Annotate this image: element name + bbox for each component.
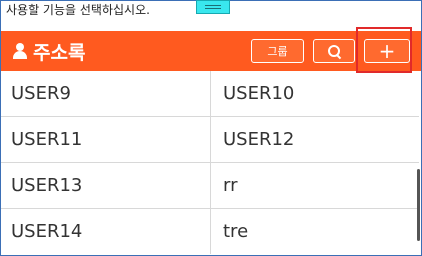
plus-icon: + — [378, 39, 396, 63]
contact-cell[interactable]: USER14 — [1, 209, 211, 254]
app-header: 주소록 그룹 + — [1, 31, 421, 71]
group-button[interactable]: 그룹 — [251, 39, 304, 63]
drag-handle[interactable] — [196, 0, 230, 14]
contact-cell[interactable]: USER9 — [1, 71, 211, 116]
page-title: 주소록 — [33, 41, 86, 64]
contact-cell[interactable]: USER10 — [211, 71, 419, 116]
person-icon — [13, 43, 27, 59]
scrollbar[interactable] — [417, 169, 420, 241]
table-row: USER13 rr — [1, 163, 419, 209]
contact-cell[interactable]: USER11 — [1, 117, 211, 162]
title-area: 주소록 — [13, 31, 85, 71]
contact-cell[interactable]: rr — [211, 163, 419, 208]
search-button[interactable] — [313, 39, 355, 63]
contact-cell[interactable]: USER13 — [1, 163, 211, 208]
table-row: USER11 USER12 — [1, 117, 419, 163]
contact-cell[interactable]: USER12 — [211, 117, 419, 162]
contact-grid: USER9 USER10 USER11 USER12 USER13 rr USE… — [1, 71, 419, 254]
group-button-label: 그룹 — [267, 45, 288, 58]
contact-cell[interactable]: tre — [211, 209, 419, 254]
table-row: USER14 tre — [1, 209, 419, 255]
table-row: USER9 USER10 — [1, 71, 419, 117]
search-icon — [327, 44, 342, 60]
instruction-text: 사용할 기능을 선택하십시오. — [6, 3, 150, 17]
add-button[interactable]: + — [364, 39, 410, 63]
